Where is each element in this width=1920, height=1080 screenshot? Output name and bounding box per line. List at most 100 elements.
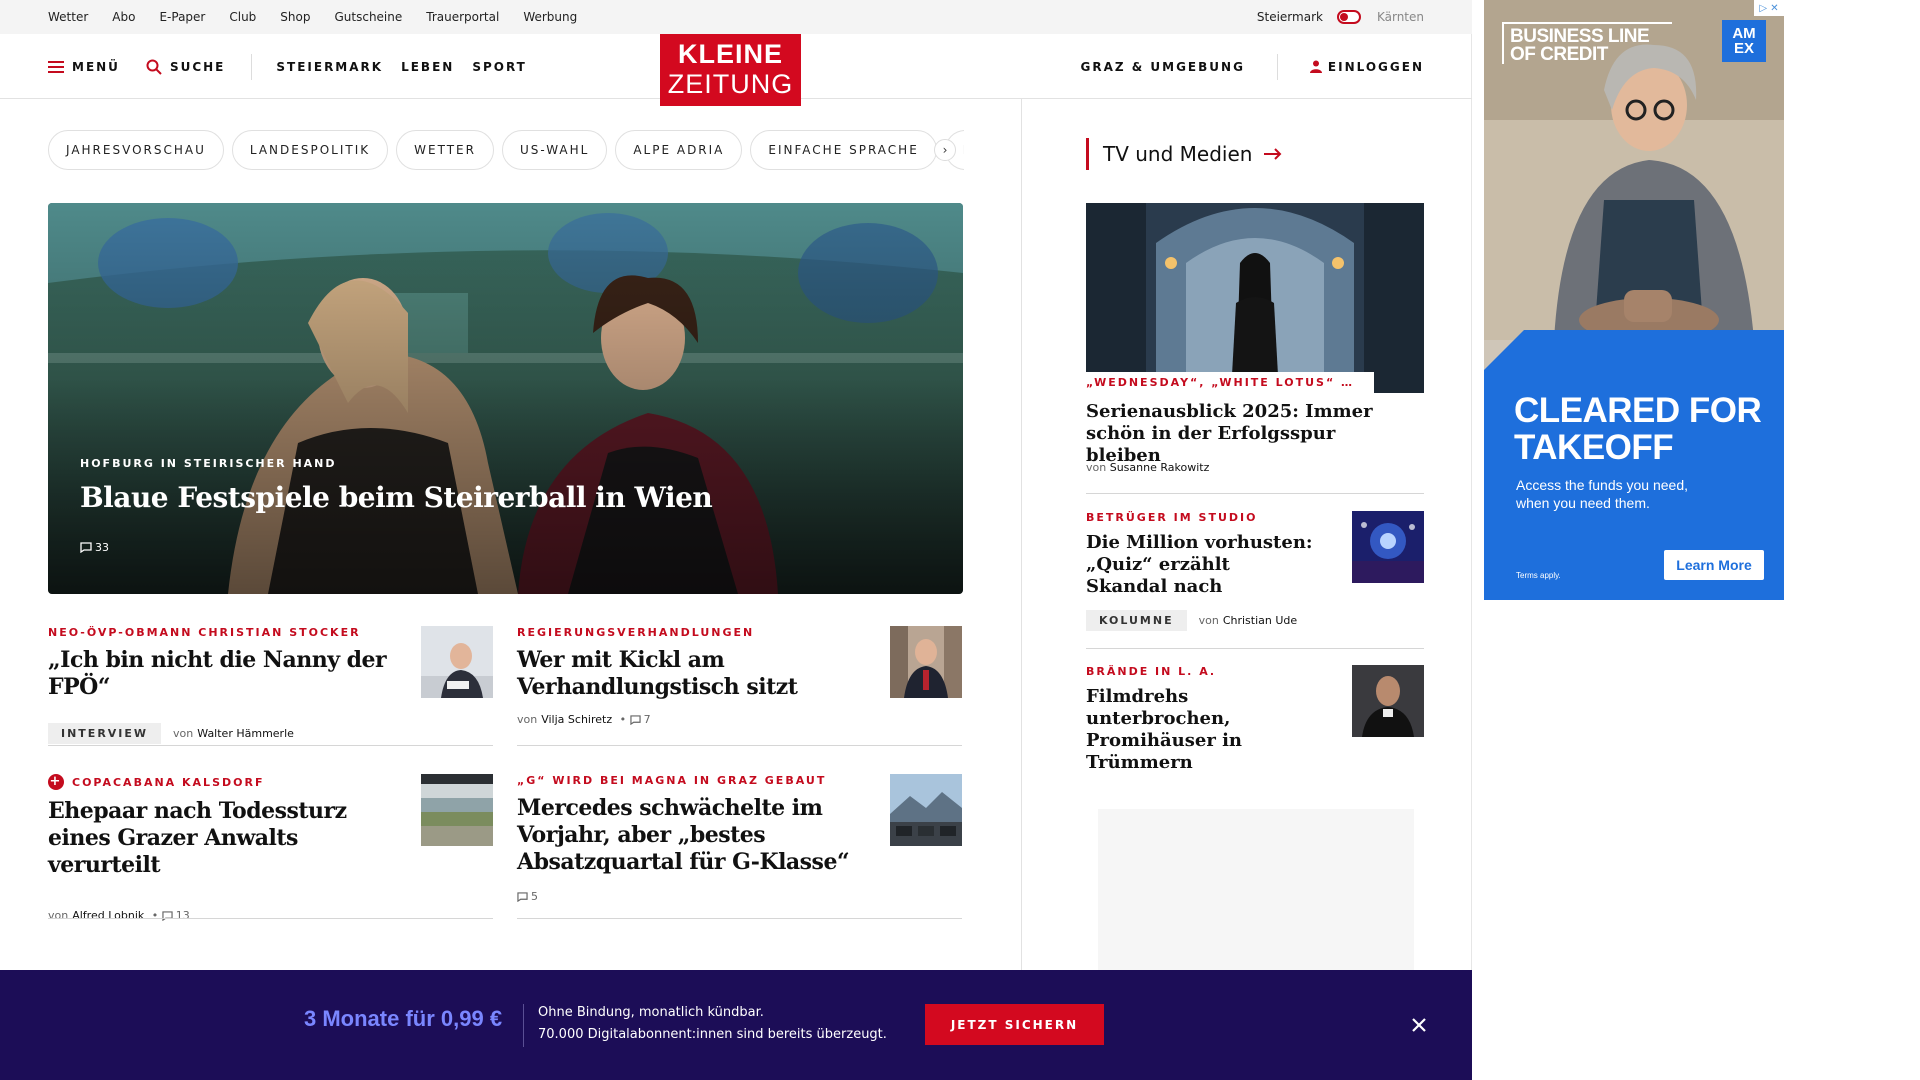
article-author[interactable]: Vilja Schiretz [541,713,612,726]
article-comments[interactable]: • 13 [148,909,190,922]
article-by: von [517,713,538,726]
article-comments[interactable]: 5 [517,890,538,903]
article-meta: von Alfred Lobnik • 13 [48,909,493,922]
lead-author[interactable]: Susanne Rakowitz [1110,461,1210,474]
link-trauerportal[interactable]: Trauerportal [426,10,499,24]
hamburger-icon [48,60,64,73]
hero-comments[interactable]: 33 [80,541,109,554]
article-title[interactable]: Wer mit Kickl am Verhandlungstisch sitzt [517,647,877,701]
login-button[interactable]: EINLOGGEN [1309,60,1424,74]
header-divider-right [1276,53,1278,80]
link-epaper[interactable]: E-Paper [159,10,205,24]
region-steiermark[interactable]: Steiermark [1257,10,1323,24]
article-tag: INTERVIEW [48,723,162,744]
nav-steiermark[interactable]: STEIERMARK [276,60,383,74]
article-card[interactable]: „G“ WIRD BEI MAGNA IN GRAZ GEBAUT Merced… [517,774,962,919]
premium-plus-icon: + [48,774,64,790]
article-meta: 5 [517,890,962,903]
article-meta: von Vilja Schiretz • 7 [517,713,962,726]
hero-kicker: HOFBURG IN STEIRISCHER HAND [80,457,337,470]
topic-pills: JAHRESVORSCHAU LANDESPOLITIK WETTER US-W… [48,130,964,170]
search-button[interactable]: SUCHE [146,59,225,75]
sidebar-article[interactable]: BETRÜGER IM STUDIO Die Million vorhusten… [1086,511,1424,631]
ad-cta-title: CLEARED FOR TAKEOFF [1514,391,1762,467]
article-by: von [173,727,194,740]
link-club[interactable]: Club [229,10,256,24]
advertisement[interactable]: ▷ ✕ BUSINESS LINE OF CREDIT AM EX CLEARE… [1484,0,1784,600]
main-column: JAHRESVORSCHAU LANDESPOLITIK WETTER US-W… [0,99,1022,1080]
article-thumbnail[interactable] [421,626,493,698]
article-comments[interactable]: • 7 [616,713,651,726]
promo-text: Ohne Bindung, monatlich kündbar. 70.000 … [538,1002,887,1046]
close-icon[interactable] [1406,1012,1432,1038]
nav-graz-umgebung[interactable]: GRAZ & UMGEBUNG [1081,60,1245,74]
kleine-zeitung-logo[interactable]: KLEINE ZEITUNG [660,34,801,106]
sidebar-article[interactable]: BRÄNDE IN L. A. Filmdrehs unterbrochen, … [1086,665,1424,774]
menu-button[interactable]: MENÜ [48,60,120,74]
header-divider [251,53,253,80]
article-thumbnail[interactable] [890,774,962,846]
link-gutscheine[interactable]: Gutscheine [334,10,402,24]
pill-landespolitik[interactable]: LANDESPOLITIK [231,130,389,170]
ad-choices-icon[interactable]: ▷ ✕ [1754,0,1784,16]
ad-terms: Terms apply. [1516,571,1561,580]
article-card[interactable]: + COPACABANA KALSDORF Ehepaar nach Todes… [48,774,493,922]
region-kaernten[interactable]: Kärnten [1377,10,1424,24]
promo-price: 3 Monate für 0,99 € [304,1006,503,1031]
sidebar-title[interactable]: Filmdrehs unterbrochen, Promihäuser in T… [1086,686,1316,774]
sidebar-tag: KOLUMNE [1086,610,1187,631]
comment-count: 5 [531,890,538,903]
nav-sport[interactable]: SPORT [472,60,527,74]
region-switch: Steiermark Kärnten [1257,0,1424,34]
article-title[interactable]: Mercedes schwächelte im Vorjahr, aber „b… [517,795,857,876]
link-abo[interactable]: Abo [112,10,135,24]
comment-count: 7 [643,713,651,726]
header-nav: MENÜ SUCHE STEIERMARK LEBEN SPORT [48,34,545,99]
thumbnail-image [421,774,493,846]
lead-title[interactable]: Serienausblick 2025: Immer schön in der … [1086,401,1406,467]
article-by: von [48,909,69,922]
article-card[interactable]: REGIERUNGSVERHANDLUNGEN Wer mit Kickl am… [517,626,962,746]
sidebar-title[interactable]: Die Million vorhusten: „Quiz“ erzählt Sk… [1086,532,1316,598]
amex-logo: AM EX [1722,20,1766,62]
pill-wetter[interactable]: WETTER [396,130,494,170]
article-card[interactable]: NEO-ÖVP-OBMANN CHRISTIAN STOCKER „Ich bi… [48,626,493,746]
pill-jahresvorschau[interactable]: JAHRESVORSCHAU [48,130,224,170]
pill-us-wahl[interactable]: US-WAHL [501,130,608,170]
pills-next-button[interactable]: › [934,139,956,161]
promo-subscribe-button[interactable]: JETZT SICHERN [925,1004,1104,1045]
article-author[interactable]: Walter Hämmerle [197,727,294,740]
hero-title[interactable]: Blaue Festspiele beim Steirerball in Wie… [80,481,713,514]
logo-line-1: KLEINE [677,39,783,69]
link-shop[interactable]: Shop [280,10,310,24]
article-thumbnail[interactable] [421,774,493,846]
utility-bar: Wetter Abo E-Paper Club Shop Gutscheine … [0,0,1472,34]
logo-line-2: ZEITUNG [667,69,794,99]
link-wetter[interactable]: Wetter [48,10,88,24]
link-werbung[interactable]: Werbung [523,10,577,24]
sidebar-author[interactable]: Christian Ude [1223,614,1297,627]
nav-leben[interactable]: LEBEN [401,60,454,74]
sidebar-thumbnail[interactable] [1352,665,1424,737]
thumbnail-image [890,774,962,846]
sidebar-by: von [1198,614,1219,627]
sidebar-thumbnail[interactable] [1352,511,1424,583]
lead-meta: von Susanne Rakowitz [1086,461,1209,474]
ad-learn-more-button[interactable]: Learn More [1664,550,1764,580]
region-toggle[interactable] [1336,10,1361,24]
hero-article[interactable]: HOFBURG IN STEIRISCHER HAND Blaue Festsp… [48,203,963,594]
section-heading-tv-medien[interactable]: TV und Medien [1086,138,1282,170]
utility-links: Wetter Abo E-Paper Club Shop Gutscheine … [48,0,601,34]
article-author[interactable]: Alfred Lobnik [72,909,144,922]
thumbnail-image [421,626,493,698]
article-title[interactable]: Ehepaar nach Todessturz eines Grazer Anw… [48,798,408,879]
pill-alpe-adria[interactable]: ALPE ADRIA [615,130,743,170]
sidebar-divider [1086,648,1424,649]
sidebar-ad-placeholder [1098,809,1414,989]
sidebar-meta: KOLUMNE von Christian Ude [1086,610,1424,631]
article-thumbnail[interactable] [890,626,962,698]
sidebar-lead-image[interactable] [1086,203,1424,393]
pill-einfache-sprache[interactable]: EINFACHE SPRACHE [750,130,937,170]
article-title[interactable]: „Ich bin nicht die Nanny der FPÖ“ [48,647,408,701]
search-icon [146,59,162,75]
